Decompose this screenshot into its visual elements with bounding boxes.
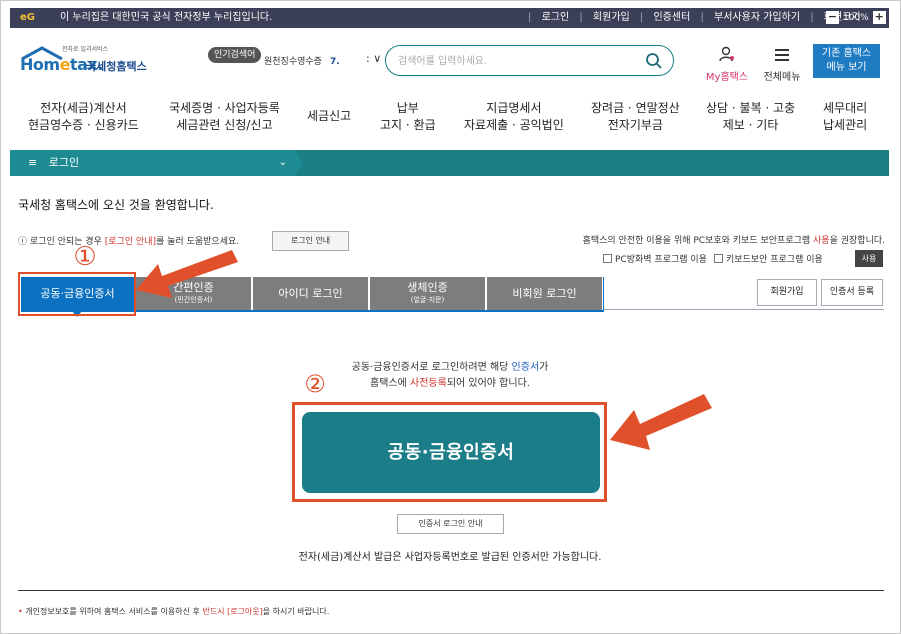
welcome-title: 국세청 홈택스에 오신 것을 환영합니다. bbox=[18, 198, 214, 212]
annotation-highlight-cert-button bbox=[292, 402, 607, 502]
chevron-down-icon: ⌄ bbox=[278, 157, 287, 168]
tab-id-login[interactable]: 아이디 로그인 bbox=[253, 277, 369, 311]
gov-banner-text: 이 누리집은 대한민국 공식 전자정부 누리집입니다. bbox=[60, 12, 273, 23]
egov-logo: eG bbox=[20, 12, 35, 23]
user-icon bbox=[719, 46, 734, 62]
search-input[interactable] bbox=[398, 52, 638, 70]
nav-item-tax-agent[interactable]: 세무대리 납세관리 bbox=[823, 100, 867, 134]
breadcrumb-arrow-edge bbox=[295, 150, 303, 176]
breadcrumb-label: 로그인 bbox=[48, 156, 80, 169]
ticker-expand-icon[interactable]: : ∨ bbox=[366, 52, 381, 65]
search-box bbox=[385, 45, 674, 76]
keyboard-security-checkbox[interactable]: 키보드보안 프로그램 이용 bbox=[713, 252, 823, 265]
nav-item-payment[interactable]: 납부 고지 · 환급 bbox=[380, 100, 436, 134]
search-icon[interactable] bbox=[645, 52, 663, 70]
location-bar: ≡ 로그인 ⌄ bbox=[10, 150, 889, 176]
tab-biometric[interactable]: 생체인증 (얼굴·지문) bbox=[370, 277, 486, 311]
cert-register-button[interactable]: 인증서 등록 bbox=[821, 279, 883, 306]
privacy-notice: • 개인정보보호를 위하여 홈택스 서비스를 이용하신 후 반드시 [로그아웃]… bbox=[18, 607, 330, 616]
hometax-logo[interactable]: 전자로 일괴서비스 Hometax. 국세청홈택스 bbox=[20, 44, 170, 80]
popular-search-badge: 인기검색어 bbox=[208, 47, 262, 63]
old-menu-button[interactable]: 기존 홈택스 메뉴 보기 bbox=[813, 44, 880, 78]
nav-item-consultation[interactable]: 상담 · 불복 · 고충 제보 · 기타 bbox=[706, 100, 795, 134]
utility-link-dept-user[interactable]: 부서사용자 가입하기 bbox=[714, 12, 800, 23]
popular-search-ticker[interactable]: 원천징수영수증 7. bbox=[264, 54, 340, 67]
breadcrumb-login[interactable]: ≡ 로그인 ⌄ bbox=[10, 150, 295, 176]
tabs-right-border bbox=[603, 277, 604, 311]
all-menu-label: 전체메뉴 bbox=[763, 72, 801, 83]
my-hometax-label: My홈택스 bbox=[705, 72, 749, 83]
security-notice: 홈택스의 안전한 이용을 위해 PC보호와 키보드 보안프로그램 사용을 권장합… bbox=[582, 236, 885, 246]
annotation-arrow-icon bbox=[610, 394, 712, 450]
content-divider bbox=[18, 590, 884, 591]
nav-item-payment-statement[interactable]: 지급명세서 자료제출 · 공익법인 bbox=[464, 100, 564, 134]
my-hometax-button[interactable]: My홈택스 bbox=[704, 46, 750, 83]
security-options: PC방화벽 프로그램 이용 키보드보안 프로그램 이용 bbox=[603, 252, 830, 265]
annotation-arrow-icon bbox=[136, 250, 238, 298]
apply-security-button[interactable]: 사용 bbox=[855, 250, 883, 267]
hamburger-icon bbox=[775, 49, 789, 61]
firewall-checkbox-box[interactable] bbox=[603, 254, 612, 263]
nav-item-incentives[interactable]: 장려금 · 연말정산 전자기부금 bbox=[591, 100, 680, 134]
utility-link-join[interactable]: 회원가입 bbox=[593, 12, 630, 23]
main-nav: 전자(세금)계산서 현금영수증 · 신용카드 국세증명 · 사업자등록 세금관련 신… bbox=[20, 100, 880, 140]
zoom-in-button[interactable]: + bbox=[872, 11, 886, 24]
firewall-checkbox[interactable]: PC방화벽 프로그램 이용 bbox=[603, 252, 707, 265]
info-icon: ⓘ bbox=[18, 237, 28, 247]
cert-requirement-notice: 공동·금융인증서로 로그인하려면 해당 인증서가 홈택스에 사전등록되어 있어야… bbox=[351, 362, 549, 389]
tax-invoice-cert-notice: 전자(세금)계산서 발급은 사업자등록번호로 발급된 인증서만 가능합니다. bbox=[298, 552, 602, 563]
ticker-keyword[interactable]: 원천징수영수증 bbox=[264, 57, 322, 67]
page-frame bbox=[0, 0, 901, 634]
zoom-control: − 100% + bbox=[826, 11, 886, 24]
menu-icon: ≡ bbox=[28, 156, 38, 169]
utility-links: | 로그인 | 회원가입 | 인증센터 | 부서사용자 가입하기 | 화면크기 bbox=[528, 12, 861, 23]
gov-banner: eG 이 누리집은 대한민국 공식 전자정부 누리집입니다. | 로그인 | 회… bbox=[10, 8, 889, 28]
tabs-right-underline bbox=[604, 309, 884, 310]
nav-item-certificates[interactable]: 국세증명 · 사업자등록 세금관련 신청/신고 bbox=[169, 100, 280, 134]
all-menu-button[interactable]: 전체메뉴 bbox=[760, 46, 804, 83]
logo-korean-name: 국세청홈택스 bbox=[86, 60, 147, 73]
ticker-rank: 7. bbox=[329, 57, 340, 67]
keyboard-security-checkbox-box[interactable] bbox=[713, 254, 723, 263]
annotation-step-2: ② bbox=[304, 370, 326, 398]
annotation-step-1: ① bbox=[73, 242, 97, 272]
tab-guest-login[interactable]: 비회원 로그인 bbox=[487, 277, 603, 311]
utility-link-cert-center[interactable]: 인증센터 bbox=[653, 12, 690, 23]
login-guide-button[interactable]: 로그인 안내 bbox=[272, 231, 349, 251]
zoom-out-button[interactable]: − bbox=[826, 11, 839, 24]
join-button[interactable]: 회원가입 bbox=[757, 279, 817, 306]
annotation-highlight-tab bbox=[18, 272, 136, 316]
cert-login-guide-button[interactable]: 인증서 로그인 안내 bbox=[397, 514, 504, 534]
nav-item-e-invoice[interactable]: 전자(세금)계산서 현금영수증 · 신용카드 bbox=[28, 100, 139, 134]
utility-link-login[interactable]: 로그인 bbox=[542, 12, 570, 23]
nav-item-tax-filing[interactable]: 세금신고 bbox=[307, 108, 351, 125]
zoom-value: 100% bbox=[843, 12, 869, 23]
